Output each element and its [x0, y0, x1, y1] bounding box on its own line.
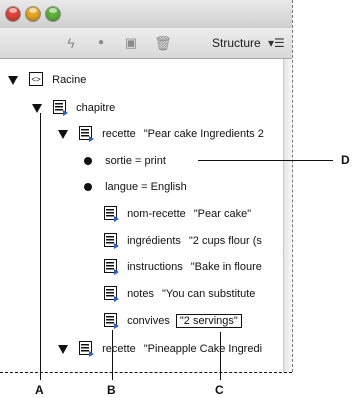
tree-row-ingredients[interactable]: ingrédients "2 cups flour (s: [104, 231, 262, 251]
element-icon: [104, 313, 119, 330]
tree-row-servings[interactable]: convives "2 servings": [104, 311, 242, 331]
element-icon: [79, 341, 95, 358]
box-icon[interactable]: ▣: [122, 28, 140, 58]
zoom-button[interactable]: [46, 7, 60, 21]
callout-d: D: [341, 153, 350, 167]
tree-row-instructions[interactable]: instructions "Bake in floure: [104, 257, 262, 277]
expand-triangle-icon[interactable]: [32, 103, 42, 113]
expand-triangle-icon[interactable]: [58, 129, 68, 139]
panel-menu-button[interactable]: ▾☰: [268, 28, 285, 58]
recipe-2-tag: recette: [102, 343, 136, 355]
attribute-bullet-icon: [84, 157, 92, 166]
lightning-icon[interactable]: ϟ: [62, 28, 80, 58]
tree-row-root[interactable]: <> Racine: [8, 70, 86, 90]
element-icon: [104, 233, 119, 250]
tree-row-attr-output[interactable]: sortie = print: [84, 151, 166, 171]
notes-value: "You can substitute: [161, 288, 256, 300]
ingredients-value: "2 cups flour (s: [188, 235, 262, 247]
servings-tag: convives: [127, 315, 170, 327]
leader-line-c: [220, 332, 221, 380]
root-label: Racine: [52, 74, 87, 86]
callout-b: B: [107, 383, 116, 397]
element-icon: [79, 126, 95, 143]
attribute-bullet-icon: [84, 183, 92, 192]
name-value: "Pear cake": [193, 208, 252, 220]
element-icon: [104, 206, 119, 223]
chapter-label: chapitre: [76, 102, 116, 114]
servings-value: "2 servings": [175, 314, 242, 328]
notes-tag: notes: [127, 288, 154, 300]
recipe-1-value: "Pear cake Ingredients 2: [143, 128, 264, 140]
tree-row-notes[interactable]: notes "You can substitute: [104, 284, 255, 304]
callout-c: C: [215, 383, 224, 397]
tree-row-chapter[interactable]: chapitre: [32, 98, 115, 118]
expand-triangle-icon[interactable]: [8, 75, 18, 85]
crop-guide-bottom: [0, 372, 292, 373]
leader-line-b: [112, 330, 113, 380]
tree-row-name[interactable]: nom-recette "Pear cake": [104, 204, 251, 224]
recipe-1-tag: recette: [102, 128, 136, 140]
crop-guide-right: [292, 0, 293, 372]
close-button[interactable]: [6, 7, 20, 21]
tree-row-attr-lang[interactable]: langue = English: [84, 177, 187, 197]
attr-output-label: sortie = print: [105, 155, 166, 167]
leader-line-a: [40, 113, 41, 380]
ingredients-tag: ingrédients: [127, 235, 181, 247]
tree-row-recipe-1[interactable]: recette "Pear cake Ingredients 2: [58, 124, 264, 144]
svg-text:<>: <>: [31, 75, 41, 84]
structure-panel: ϟ ● ▣ 🗑 Structure ▾☰ <> Racine chapitre …: [0, 0, 292, 372]
element-icon: [104, 259, 119, 276]
attr-lang-label: langue = English: [105, 181, 187, 193]
window-titlebar: [0, 0, 292, 28]
leader-line-d: [198, 160, 333, 161]
tree-row-recipe-2[interactable]: recette "Pineapple Cake Ingredi: [58, 339, 262, 359]
structure-toolbar: ϟ ● ▣ 🗑 Structure ▾☰: [0, 28, 292, 59]
element-icon: [104, 286, 119, 303]
callout-a: A: [35, 383, 44, 397]
instructions-tag: instructions: [127, 261, 183, 273]
expand-triangle-icon[interactable]: [58, 344, 68, 354]
name-tag: nom-recette: [127, 208, 186, 220]
root-icon: <>: [29, 72, 44, 88]
instructions-value: "Bake in floure: [190, 261, 262, 273]
panel-title: Structure: [212, 36, 261, 50]
recipe-2-value: "Pineapple Cake Ingredi: [143, 343, 263, 355]
trash-icon[interactable]: 🗑: [154, 28, 172, 58]
element-icon: [53, 100, 69, 117]
vertical-scrollbar[interactable]: [283, 59, 292, 372]
dot-icon[interactable]: ●: [92, 28, 110, 58]
minimize-button[interactable]: [26, 7, 40, 21]
